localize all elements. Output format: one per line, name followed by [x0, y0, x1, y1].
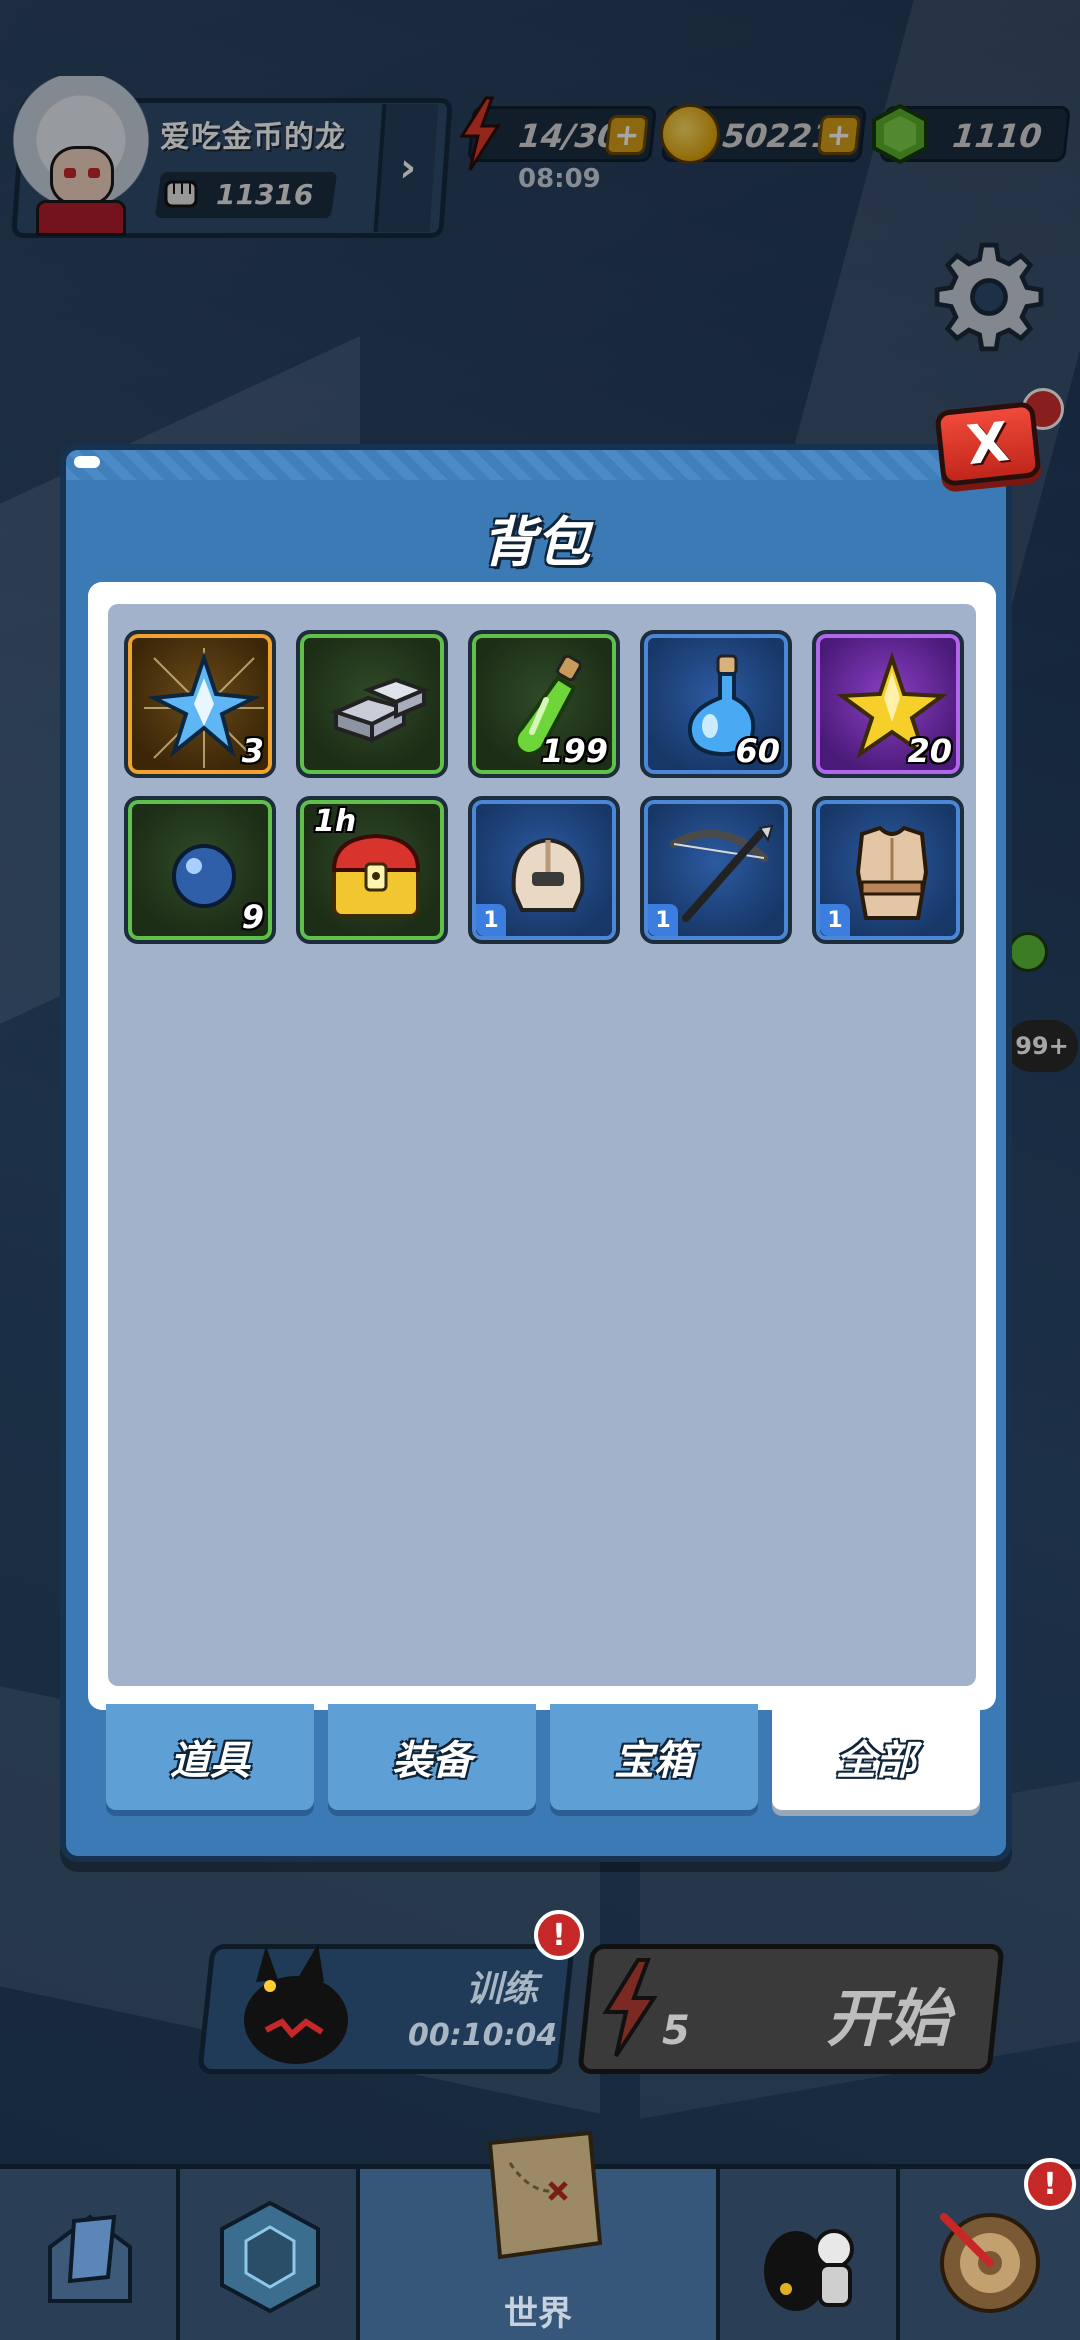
- backpack-dialog: 背包 3 199 60 20 9 1h 1 1 1 道具 装备 宝箱 全部: [60, 444, 1012, 1862]
- training-timer: 00:10:04: [408, 2018, 558, 2053]
- nav-label-world: 世界: [504, 2294, 572, 2334]
- tab-equipment[interactable]: 装备: [328, 1704, 536, 1810]
- inventory-slot-iron-ingots[interactable]: [296, 630, 448, 778]
- tab-chests[interactable]: 宝箱: [550, 1704, 758, 1810]
- item-level: 1: [820, 904, 850, 936]
- nav-alert-badge: !: [1024, 2158, 1076, 2210]
- item-level: 1: [476, 904, 506, 936]
- item-level: 1: [648, 904, 678, 936]
- nav-item-talent[interactable]: [180, 2169, 360, 2340]
- training-label: 训练: [466, 1969, 539, 2010]
- close-icon: X: [963, 409, 1012, 478]
- inventory-slot-helmet[interactable]: 1: [468, 796, 620, 944]
- nav-item-world[interactable]: 世界: [360, 2130, 720, 2340]
- map-icon: [487, 2130, 603, 2260]
- dialog-corner-pip: [74, 456, 100, 468]
- tab-label: 全部: [836, 1738, 916, 1784]
- item-count: 20: [907, 732, 952, 770]
- inventory-frame: 3 1 99 60 20 9 1h 1 1 1: [88, 582, 996, 1710]
- item-count: 9: [241, 898, 264, 936]
- item-count: 199: [541, 732, 608, 770]
- nav-item-shop[interactable]: [0, 2169, 180, 2340]
- inventory-tabs: 道具 装备 宝箱 全部: [106, 1704, 986, 1816]
- dialog-header-band: [66, 450, 1006, 480]
- item-count: 3: [241, 732, 264, 770]
- inventory-panel[interactable]: 3 1 99 60 20 9 1h 1 1 1: [108, 604, 976, 1686]
- inventory-slot-blue-potion[interactable]: 60: [640, 630, 792, 778]
- shop-icon: [48, 2214, 132, 2303]
- hexagon-icon: [220, 2200, 320, 2314]
- tab-label: 装备: [392, 1738, 472, 1784]
- tab-items[interactable]: 道具: [106, 1704, 314, 1810]
- inventory-slot-blue-orb[interactable]: 9: [124, 796, 276, 944]
- iron-ingots-icon: [330, 677, 430, 744]
- inventory-slot-treasure-chest[interactable]: 1h: [296, 796, 448, 944]
- dialog-title: 背包: [482, 511, 590, 574]
- inventory-slot-green-potion[interactable]: 199: [468, 630, 620, 778]
- heroes-icon: [764, 2229, 854, 2311]
- chest-timer: 1h: [314, 804, 357, 839]
- helmet-icon: [511, 837, 585, 912]
- start-cost: 5: [662, 2008, 690, 2054]
- crossbow-icon: [670, 824, 774, 922]
- nav-item-heroes[interactable]: [720, 2169, 900, 2340]
- training-alert-badge: !: [534, 1910, 584, 1960]
- inventory-slot-gold-star[interactable]: 20: [812, 630, 964, 778]
- armor-icon: [855, 825, 929, 920]
- inventory-slot-leather-armor[interactable]: 1: [812, 796, 964, 944]
- bottom-navbar: 世界: [0, 2130, 1080, 2340]
- start-label: 开始: [826, 1982, 951, 2055]
- lightning-icon: [602, 1958, 658, 2058]
- inventory-slot-crossbow[interactable]: 1: [640, 796, 792, 944]
- target-icon: [940, 2213, 1040, 2313]
- training-pet-icon: [244, 1944, 348, 2064]
- inventory-slot-crystal-shard[interactable]: 3: [124, 630, 276, 778]
- tab-all[interactable]: 全部: [772, 1704, 980, 1810]
- item-count: 60: [735, 732, 780, 770]
- tab-label: 道具: [170, 1738, 250, 1784]
- tab-label: 宝箱: [614, 1738, 694, 1784]
- close-button[interactable]: X: [934, 400, 1042, 488]
